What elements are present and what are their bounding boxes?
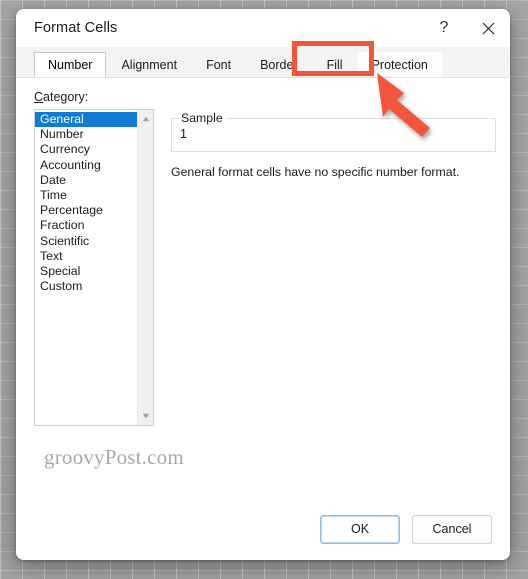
list-item[interactable]: Percentage: [35, 203, 137, 218]
tab-fill[interactable]: Fill: [313, 52, 357, 77]
format-preview-pane: Sample 1 General format cells have no sp…: [171, 109, 496, 426]
list-item[interactable]: Scientific: [35, 234, 137, 249]
sample-legend: Sample: [177, 111, 227, 125]
tab-number-label: Number: [48, 58, 93, 72]
dialog-title: Format Cells: [34, 20, 118, 36]
list-item[interactable]: Text: [35, 249, 137, 264]
tab-alignment-label: Alignment: [121, 58, 178, 72]
scrollbar-track[interactable]: [138, 125, 153, 410]
list-item[interactable]: Fraction: [35, 218, 137, 233]
list-item[interactable]: Accounting: [35, 158, 137, 173]
tab-protection-label: Protection: [371, 58, 428, 72]
format-cells-dialog: Format Cells ? Number Alignment Font Bor…: [16, 9, 510, 560]
list-item[interactable]: Number: [35, 127, 137, 142]
dialog-body: Category: General Number Currency Accoun…: [16, 78, 510, 504]
list-item[interactable]: Date: [35, 173, 137, 188]
tab-protection[interactable]: Protection: [357, 52, 442, 77]
dialog-titlebar: Format Cells ?: [16, 9, 510, 47]
scroll-down-arrow-icon[interactable]: [138, 410, 154, 422]
scroll-up-arrow-icon[interactable]: [138, 113, 154, 125]
tab-fill-label: Fill: [326, 58, 343, 72]
list-item[interactable]: Custom: [35, 279, 137, 294]
format-description: General format cells have no specific nu…: [171, 165, 460, 179]
close-icon: [482, 22, 495, 35]
tab-font-label: Font: [206, 58, 232, 72]
close-button[interactable]: [466, 9, 510, 47]
tab-number[interactable]: Number: [34, 52, 107, 77]
tab-strip: Number Alignment Font Border Fill Protec…: [16, 47, 510, 78]
tab-alignment[interactable]: Alignment: [107, 52, 191, 77]
sample-groupbox: Sample 1: [171, 111, 496, 152]
body-columns: General Number Currency Accounting Date …: [34, 109, 496, 426]
category-label-rest: ategory:: [43, 90, 89, 104]
list-item[interactable]: Special: [35, 264, 137, 279]
category-list-items: General Number Currency Accounting Date …: [35, 110, 137, 425]
list-item[interactable]: General: [35, 112, 137, 128]
tab-border-label: Border: [260, 58, 298, 72]
watermark: groovyPost.com: [44, 445, 184, 469]
category-label-accel: C: [34, 90, 44, 104]
ok-button[interactable]: OK: [320, 514, 400, 544]
tab-border[interactable]: Border: [246, 52, 312, 77]
help-button[interactable]: ?: [422, 9, 466, 47]
tab-font[interactable]: Font: [192, 52, 245, 77]
category-label: Category:: [34, 90, 496, 104]
cancel-button[interactable]: Cancel: [412, 514, 492, 544]
help-question-icon: ?: [439, 19, 449, 36]
category-scrollbar[interactable]: [137, 110, 153, 425]
list-item[interactable]: Currency: [35, 142, 137, 157]
list-item[interactable]: Time: [35, 188, 137, 203]
category-listbox[interactable]: General Number Currency Accounting Date …: [34, 109, 154, 426]
titlebar-actions: ?: [422, 9, 510, 47]
dialog-footer: OK Cancel: [16, 504, 510, 560]
